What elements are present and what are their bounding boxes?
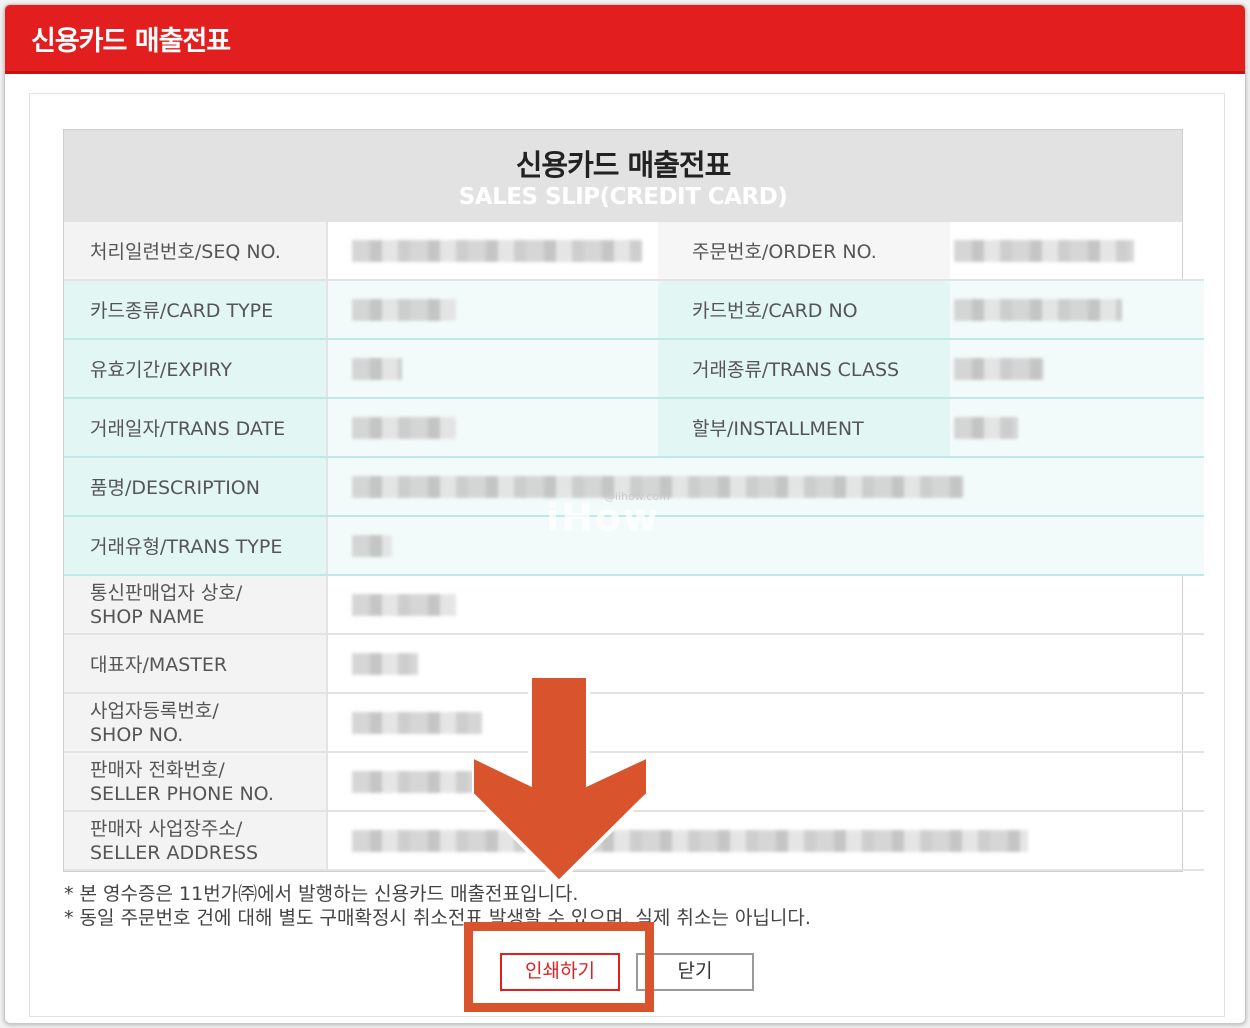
table-row: 카드종류/CARD TYPE 카드번호/CARD NO (64, 280, 1204, 340)
master-label: 대표자/MASTER (64, 634, 328, 694)
seller-address-value (327, 811, 1204, 871)
note-line: * 본 영수증은 11번가㈜에서 발행하는 신용카드 매출전표입니다. (64, 883, 579, 905)
shop-no-label-ko: 사업자등록번호/ (90, 699, 219, 722)
slip-title-korean: 신용카드 매출전표 (515, 148, 732, 182)
print-highlight-box (464, 922, 654, 1012)
seller-phone-value (327, 752, 1204, 812)
seller-address-label-ko: 판매자 사업장주소/ (90, 817, 243, 840)
expiry-label: 유효기간/EXPIRY (64, 339, 328, 399)
description-value (327, 457, 1204, 517)
table-row: 거래일자/TRANS DATE 할부/INSTALLMENT (64, 398, 1204, 458)
trans-date-label: 거래일자/TRANS DATE (64, 398, 328, 458)
installment-value (950, 398, 1204, 458)
installment-label: 할부/INSTALLMENT (658, 398, 950, 458)
trans-class-label: 거래종류/TRANS CLASS (658, 339, 950, 399)
description-label: 품명/DESCRIPTION (64, 457, 328, 517)
title-bar: 신용카드 매출전표 (5, 5, 1245, 74)
shop-no-value (327, 693, 1204, 753)
seller-phone-label-ko: 판매자 전화번호/ (90, 758, 225, 781)
card-type-value (327, 280, 658, 340)
watermark-logo: iHow (546, 496, 661, 540)
master-value (327, 634, 1204, 694)
seller-phone-label: 판매자 전화번호/ SELLER PHONE NO. (64, 752, 328, 812)
shop-name-label-en: SHOP NAME (90, 605, 205, 628)
shop-name-value (327, 575, 1204, 635)
shop-name-label-ko: 통신판매업자 상호/ (90, 581, 243, 604)
order-no-label: 주문번호/ORDER NO. (658, 222, 950, 281)
trans-type-value (327, 516, 1204, 576)
slip-header: 신용카드 매출전표 SALES SLIP(CREDIT CARD) (64, 130, 1182, 222)
seller-address-label: 판매자 사업장주소/ SELLER ADDRESS (64, 811, 328, 871)
down-arrow-icon (472, 676, 648, 882)
trans-date-value (327, 398, 658, 458)
notes: * 본 영수증은 11번가㈜에서 발행하는 신용카드 매출전표입니다. * 동일… (64, 882, 811, 930)
shop-no-label-en: SHOP NO. (90, 723, 184, 746)
seq-no-value (327, 222, 658, 281)
card-no-label: 카드번호/CARD NO (658, 280, 950, 340)
order-no-value (950, 222, 1204, 281)
table-row: 처리일련번호/SEQ NO. 주문번호/ORDER NO. (64, 222, 1204, 281)
slip-title-english: SALES SLIP(CREDIT CARD) (458, 184, 788, 210)
card-type-label: 카드종류/CARD TYPE (64, 280, 328, 340)
expiry-value (327, 339, 658, 399)
card-no-value (950, 280, 1204, 340)
seq-no-label: 처리일련번호/SEQ NO. (64, 222, 328, 281)
trans-type-label: 거래유형/TRANS TYPE (64, 516, 328, 576)
table-row: 유효기간/EXPIRY 거래종류/TRANS CLASS (64, 339, 1204, 399)
window-title: 신용카드 매출전표 (31, 26, 231, 57)
shop-no-label: 사업자등록번호/ SHOP NO. (64, 693, 328, 753)
seller-address-label-en: SELLER ADDRESS (90, 841, 259, 864)
seller-phone-label-en: SELLER PHONE NO. (90, 782, 274, 805)
table-row: 통신판매업자 상호/ SHOP NAME (64, 575, 1204, 635)
note-line: * 동일 주문번호 건에 대해 별도 구매확정시 취소전표 발생할 수 있으며,… (64, 907, 811, 929)
trans-class-value (950, 339, 1204, 399)
shop-name-label: 통신판매업자 상호/ SHOP NAME (64, 575, 328, 635)
